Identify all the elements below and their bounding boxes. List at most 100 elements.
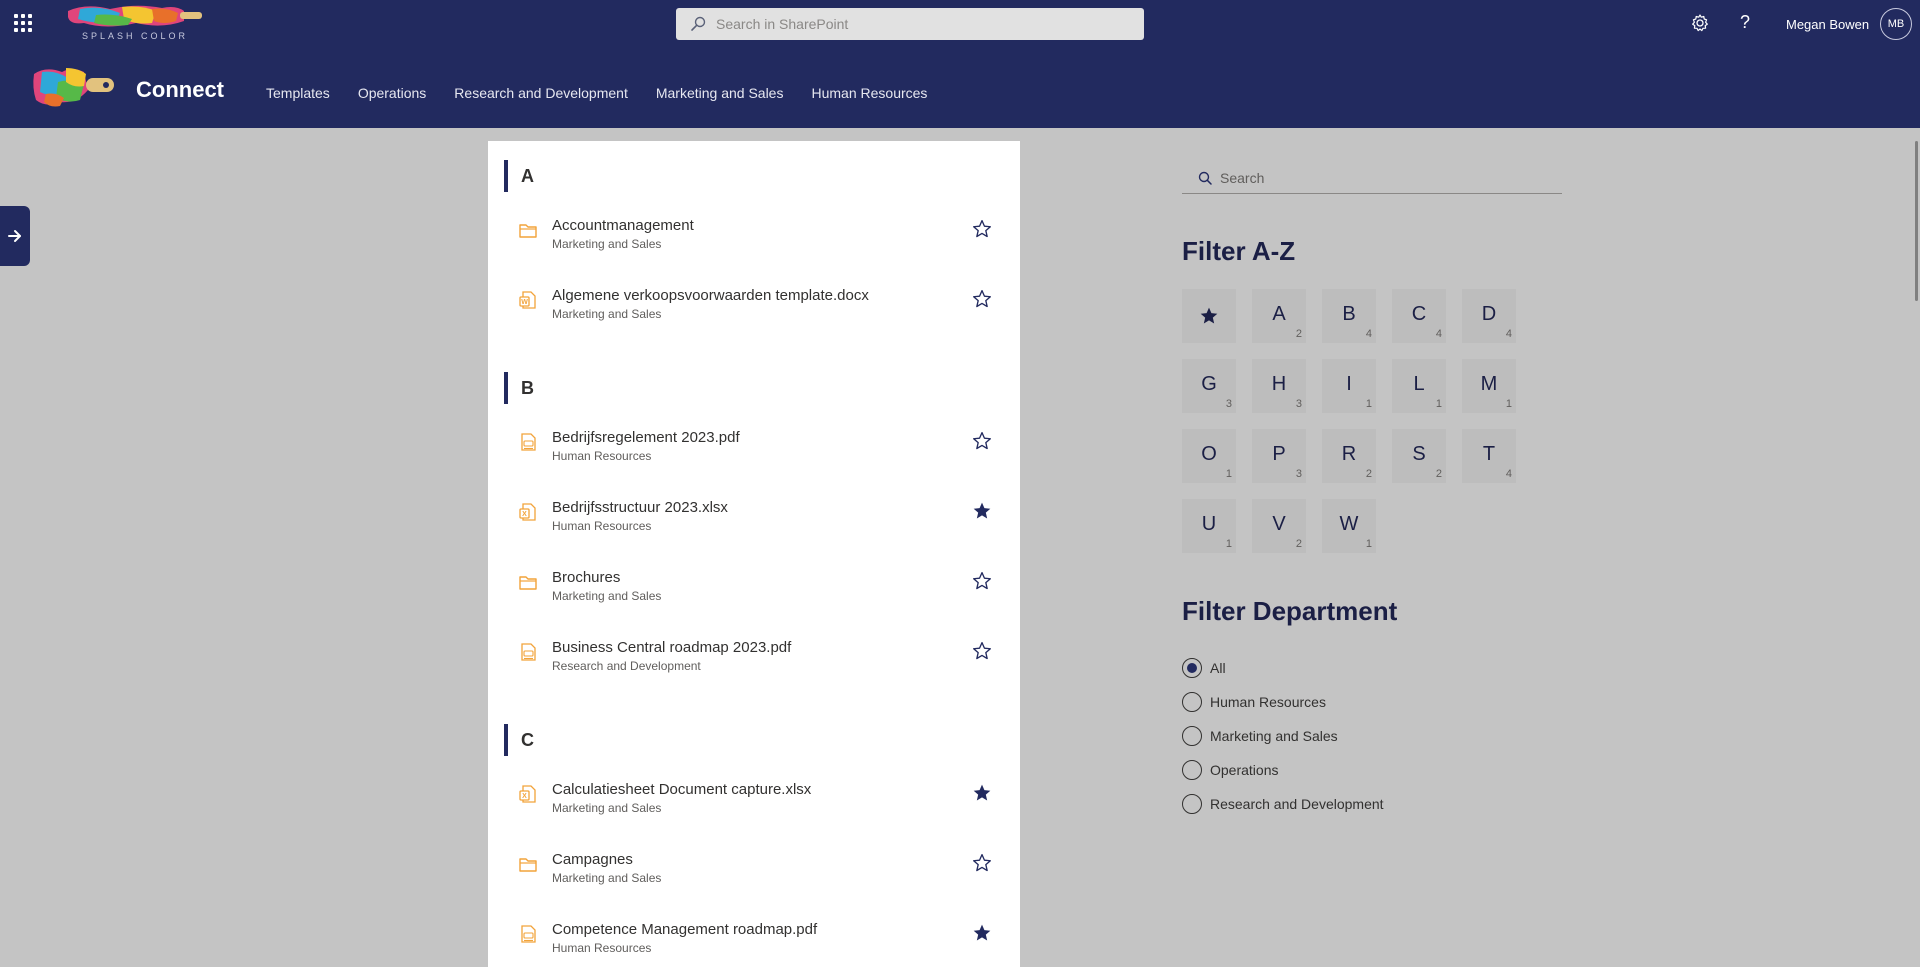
nav-marketing-and-sales[interactable]: Marketing and Sales bbox=[656, 85, 784, 101]
item-department: Marketing and Sales bbox=[552, 237, 662, 251]
letter-filter-count: 1 bbox=[1225, 468, 1232, 480]
filter-search-box[interactable] bbox=[1182, 162, 1562, 194]
list-item[interactable]: X Calculatiesheet Document capture.xlsx Ma… bbox=[488, 770, 1020, 840]
department-option-research-and-development[interactable]: Research and Development bbox=[1182, 787, 1384, 821]
list-item[interactable]: Campagnes Marketing and Sales bbox=[488, 840, 1020, 910]
item-department: Human Resources bbox=[552, 449, 652, 463]
help-icon[interactable]: ? bbox=[1740, 12, 1750, 33]
department-option-human-resources[interactable]: Human Resources bbox=[1182, 685, 1384, 719]
letter-filter-letter: V bbox=[1272, 513, 1286, 535]
star-outline-icon[interactable] bbox=[972, 641, 992, 661]
radio-button[interactable] bbox=[1182, 692, 1202, 712]
group-items: Bedrijfsregelement 2023.pdf Human Resourc… bbox=[488, 418, 1020, 698]
letter-filter-count: 4 bbox=[1365, 328, 1372, 340]
letter-filter-r[interactable]: R2 bbox=[1322, 429, 1376, 483]
letter-filter-l[interactable]: L1 bbox=[1392, 359, 1446, 413]
list-item[interactable]: Brochures Marketing and Sales bbox=[488, 558, 1020, 628]
letter-filter-m[interactable]: M1 bbox=[1462, 359, 1516, 413]
list-item[interactable]: X Bedrijfsstructuur 2023.xlsx Human Resour… bbox=[488, 488, 1020, 558]
item-department: Research and Development bbox=[552, 659, 701, 673]
item-name[interactable]: Bedrijfsstructuur 2023.xlsx bbox=[552, 499, 728, 516]
letter-filter-s[interactable]: S2 bbox=[1392, 429, 1446, 483]
letter-filter-d[interactable]: D4 bbox=[1462, 289, 1516, 343]
nav-templates[interactable]: Templates bbox=[266, 85, 330, 101]
item-name[interactable]: Algemene verkoopsvoorwaarden template.do… bbox=[552, 287, 869, 304]
site-logo-icon[interactable] bbox=[32, 64, 116, 110]
group-items: Accountmanagement Marketing and Sales W Alg… bbox=[488, 206, 1020, 346]
item-name[interactable]: Business Central roadmap 2023.pdf bbox=[552, 639, 791, 656]
letter-filter-letter: U bbox=[1201, 513, 1217, 535]
item-name[interactable]: Accountmanagement bbox=[552, 217, 694, 234]
nav-research-and-development[interactable]: Research and Development bbox=[454, 85, 628, 101]
star-filled-icon[interactable] bbox=[972, 783, 992, 803]
star-outline-icon[interactable] bbox=[972, 853, 992, 873]
expand-panel-button[interactable] bbox=[0, 206, 30, 266]
scrollbar-thumb[interactable] bbox=[1915, 141, 1918, 301]
radio-button[interactable] bbox=[1182, 760, 1202, 780]
list-item[interactable]: W Algemene verkoopsvoorwaarden template.d… bbox=[488, 276, 1020, 346]
letter-filter-t[interactable]: T4 bbox=[1462, 429, 1516, 483]
nav-human-resources[interactable]: Human Resources bbox=[811, 85, 927, 101]
sharepoint-search-box[interactable] bbox=[676, 8, 1144, 40]
letter-filter-count: 3 bbox=[1225, 398, 1232, 410]
app-launcher-icon[interactable] bbox=[14, 14, 32, 32]
word-doc-icon: W bbox=[519, 291, 536, 309]
department-option-operations[interactable]: Operations bbox=[1182, 753, 1384, 787]
letter-filter-p[interactable]: P3 bbox=[1252, 429, 1306, 483]
avatar[interactable]: MB bbox=[1880, 8, 1912, 40]
letter-filter-o[interactable]: O1 bbox=[1182, 429, 1236, 483]
item-name[interactable]: Calculatiesheet Document capture.xlsx bbox=[552, 781, 811, 798]
brand-logo[interactable]: SPLASH COLOR bbox=[66, 3, 206, 43]
radio-button[interactable] bbox=[1182, 726, 1202, 746]
letter-filter-count: 4 bbox=[1505, 328, 1512, 340]
letter-filter-i[interactable]: I1 bbox=[1322, 359, 1376, 413]
star-outline-icon[interactable] bbox=[972, 289, 992, 309]
letter-filter-h[interactable]: H3 bbox=[1252, 359, 1306, 413]
radio-button[interactable] bbox=[1182, 658, 1202, 678]
folder-icon bbox=[519, 224, 537, 238]
list-item[interactable]: Accountmanagement Marketing and Sales bbox=[488, 206, 1020, 276]
letter-filter-letter: D bbox=[1481, 303, 1497, 325]
letter-filter-c[interactable]: C4 bbox=[1392, 289, 1446, 343]
list-item[interactable]: Bedrijfsregelement 2023.pdf Human Resourc… bbox=[488, 418, 1020, 488]
letter-filter-b[interactable]: B4 bbox=[1322, 289, 1376, 343]
item-department: Marketing and Sales bbox=[552, 801, 662, 815]
letter-filter-u[interactable]: U1 bbox=[1182, 499, 1236, 553]
letter-filter-letter: M bbox=[1480, 373, 1498, 395]
letter-filter-letter: L bbox=[1413, 373, 1425, 395]
sharepoint-search-input[interactable] bbox=[716, 16, 1144, 32]
letter-filter-letter: A bbox=[1272, 303, 1286, 325]
item-name[interactable]: Brochures bbox=[552, 569, 620, 586]
nav-operations[interactable]: Operations bbox=[358, 85, 426, 101]
department-option-label: Research and Development bbox=[1210, 796, 1384, 812]
star-outline-icon[interactable] bbox=[972, 431, 992, 451]
brand-text: SPLASH COLOR bbox=[82, 31, 189, 41]
item-name[interactable]: Competence Management roadmap.pdf bbox=[552, 921, 817, 938]
letter-filter-a[interactable]: A2 bbox=[1252, 289, 1306, 343]
star-filled-icon[interactable] bbox=[972, 923, 992, 943]
letter-filter-v[interactable]: V2 bbox=[1252, 499, 1306, 553]
star-filled-icon[interactable] bbox=[972, 501, 992, 521]
pdf-icon bbox=[521, 643, 536, 661]
filter-search-input[interactable] bbox=[1220, 169, 1540, 186]
department-option-marketing-and-sales[interactable]: Marketing and Sales bbox=[1182, 719, 1384, 753]
letter-filter-g[interactable]: G3 bbox=[1182, 359, 1236, 413]
department-option-all[interactable]: All bbox=[1182, 651, 1384, 685]
item-department: Human Resources bbox=[552, 519, 652, 533]
list-item[interactable]: Competence Management roadmap.pdf Human R… bbox=[488, 910, 1020, 967]
letter-filter-letter: P bbox=[1272, 443, 1286, 465]
star-outline-icon[interactable] bbox=[972, 219, 992, 239]
item-name[interactable]: Bedrijfsregelement 2023.pdf bbox=[552, 429, 740, 446]
radio-button[interactable] bbox=[1182, 794, 1202, 814]
item-name[interactable]: Campagnes bbox=[552, 851, 633, 868]
letter-filter-w[interactable]: W1 bbox=[1322, 499, 1376, 553]
site-title[interactable]: Connect bbox=[136, 77, 224, 103]
department-option-label: Marketing and Sales bbox=[1210, 728, 1338, 744]
excel-icon: X bbox=[519, 503, 536, 521]
list-item[interactable]: Business Central roadmap 2023.pdf Researc… bbox=[488, 628, 1020, 698]
letter-filter-letter: R bbox=[1341, 443, 1357, 465]
star-outline-icon[interactable] bbox=[972, 571, 992, 591]
letter-filter-count: 2 bbox=[1295, 328, 1302, 340]
favorites-filter-button[interactable] bbox=[1182, 289, 1236, 343]
gear-icon[interactable] bbox=[1690, 13, 1710, 33]
